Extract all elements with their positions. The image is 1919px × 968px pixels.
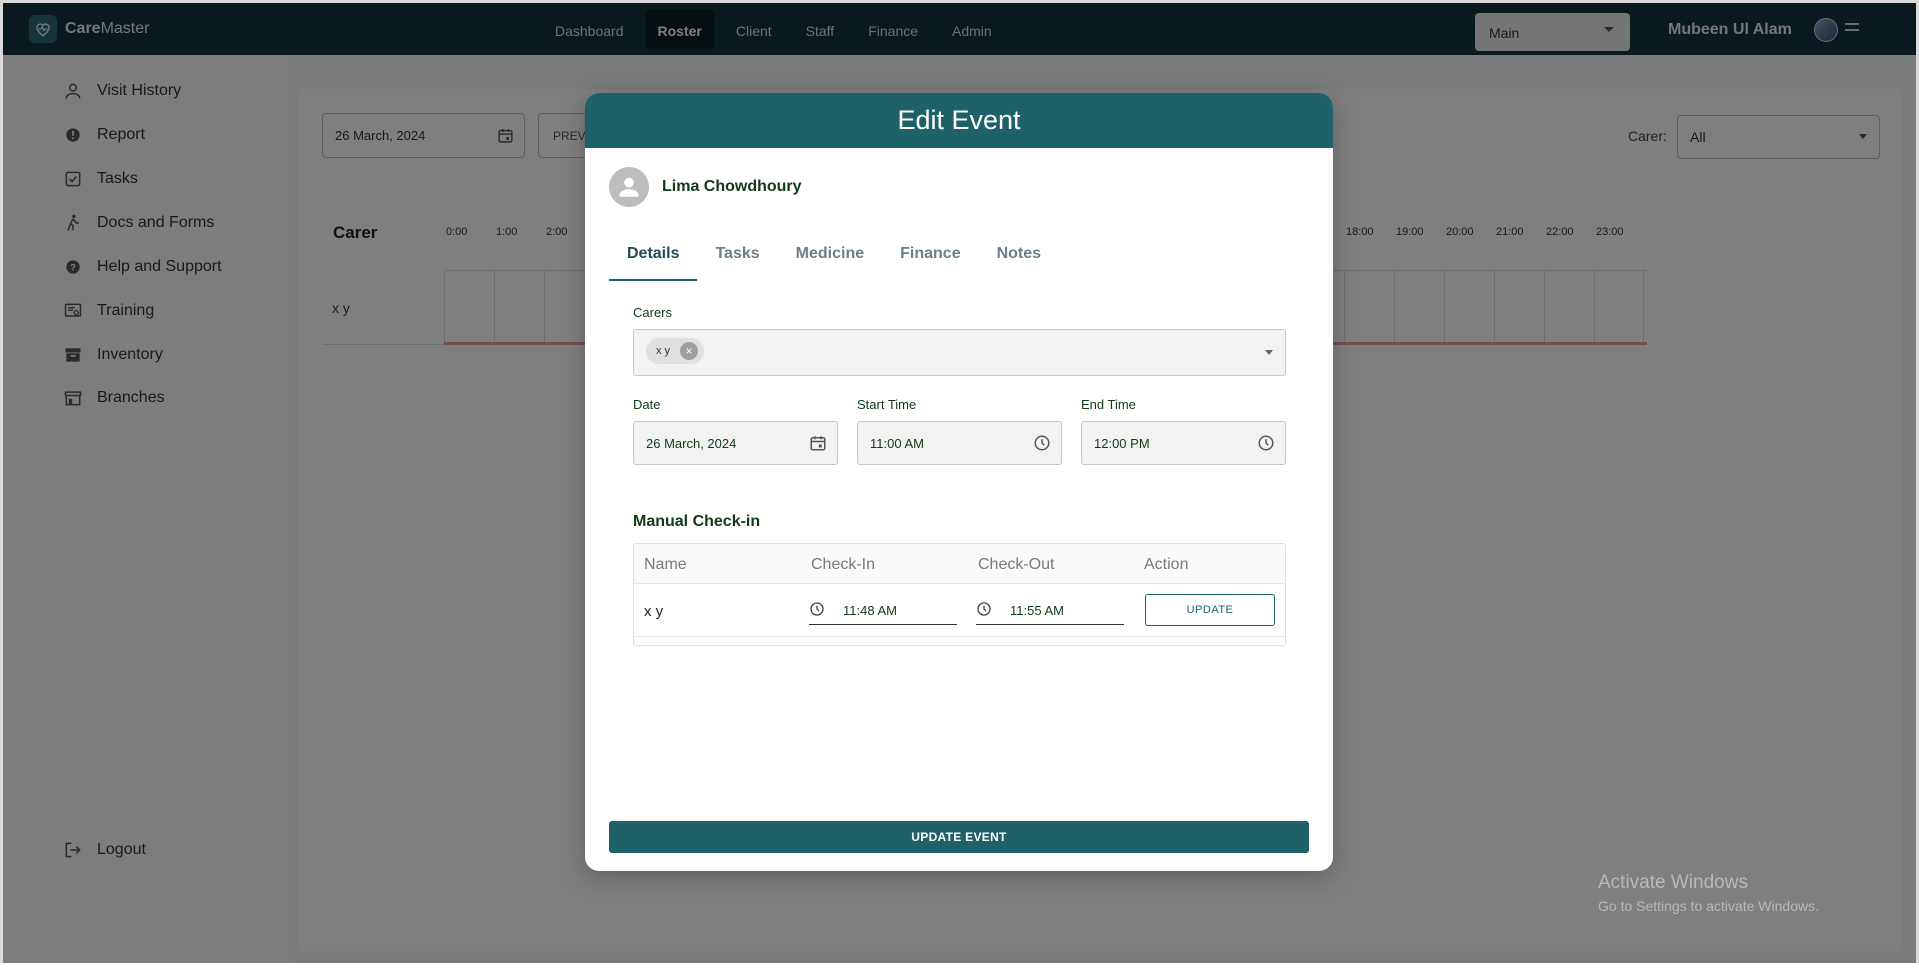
date-label: Date — [633, 397, 661, 412]
checkin-table: Name Check-In Check-Out Action x y 11:48… — [633, 543, 1286, 646]
clock-icon[interactable] — [1033, 434, 1051, 452]
clock-icon[interactable] — [1257, 434, 1275, 452]
user-avatar-icon — [609, 167, 649, 207]
watermark-line1: Activate Windows — [1598, 872, 1748, 893]
carer-chip-label: x y — [656, 345, 671, 357]
column-header: Action — [1144, 556, 1189, 573]
update-checkin-button[interactable]: UPDATE — [1145, 594, 1275, 626]
column-header: Check-In — [811, 556, 876, 573]
bottom-strip — [0, 963, 1919, 968]
carers-label: Carers — [633, 305, 673, 320]
clock-icon — [810, 602, 824, 616]
clock-icon — [977, 602, 991, 616]
windows-activation-watermark: Activate Windows Go to Settings to activ… — [1598, 872, 1819, 914]
watermark-line2: Go to Settings to activate Windows. — [1598, 898, 1819, 914]
caret-down-icon[interactable] — [1265, 350, 1273, 355]
start-time-value: 11:00 AM — [870, 436, 924, 451]
check-out-value: 11:55 AM — [1010, 603, 1064, 618]
event-date-value: 26 March, 2024 — [646, 436, 737, 451]
end-time-label: End Time — [1081, 397, 1136, 412]
remove-chip-icon[interactable]: × — [680, 342, 699, 360]
tab-details[interactable]: Details — [609, 245, 698, 281]
update-event-button[interactable]: UPDATE EVENT — [609, 821, 1309, 853]
check-out-input[interactable]: 11:55 AM — [976, 597, 1124, 625]
carers-multiselect[interactable]: x y × — [633, 329, 1286, 376]
start-time-field[interactable]: 11:00 AM — [857, 421, 1062, 465]
client-name: Lima Chowdhoury — [662, 178, 802, 195]
check-in-value: 11:48 AM — [843, 603, 897, 618]
column-header: Check-Out — [978, 556, 1055, 573]
edit-event-modal: Edit Event Lima Chowdhoury Details Tasks… — [585, 93, 1333, 871]
table-row: x y 11:48 AM 11:55 AM UPDATE — [634, 585, 1285, 637]
modal-title: Edit Event — [585, 93, 1333, 148]
calendar-icon[interactable] — [809, 434, 827, 452]
check-in-input[interactable]: 11:48 AM — [809, 597, 957, 625]
end-time-value: 12:00 PM — [1094, 436, 1150, 451]
table-header: Name Check-In Check-Out Action — [634, 544, 1285, 584]
client-info: Lima Chowdhoury — [609, 167, 802, 207]
end-time-field[interactable]: 12:00 PM — [1081, 421, 1286, 465]
modal-tabs: Details Tasks Medicine Finance Notes — [609, 245, 1059, 281]
tab-finance[interactable]: Finance — [882, 245, 978, 281]
manual-checkin-title: Manual Check-in — [633, 513, 761, 530]
start-time-label: Start Time — [857, 397, 917, 412]
event-date-field[interactable]: 26 March, 2024 — [633, 421, 838, 465]
row-name: x y — [644, 603, 664, 620]
tab-tasks[interactable]: Tasks — [697, 245, 777, 281]
carer-chip[interactable]: x y × — [646, 338, 705, 364]
tab-notes[interactable]: Notes — [979, 245, 1059, 281]
column-header: Name — [644, 556, 687, 573]
tab-medicine[interactable]: Medicine — [778, 245, 882, 281]
